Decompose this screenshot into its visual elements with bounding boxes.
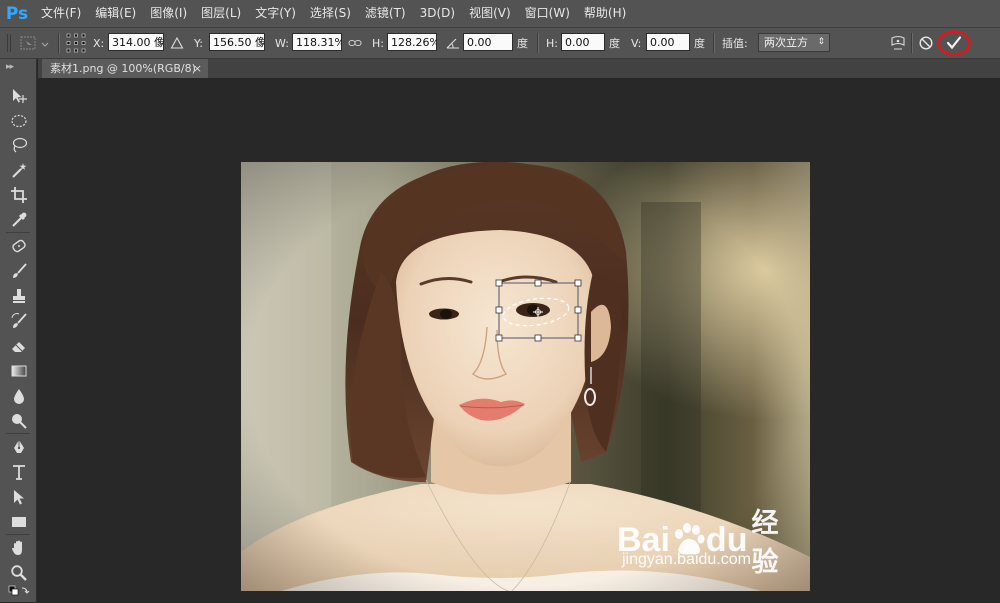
default-colors-icon[interactable] [6,581,32,603]
options-grip [6,28,12,58]
eraser-tool-icon[interactable] [6,335,32,357]
vskew-unit: 度 [694,37,705,50]
link-icon[interactable] [348,28,362,58]
toolbox-divider [6,534,30,535]
lasso-tool-icon[interactable] [6,134,32,156]
marquee-tool-icon[interactable] [6,110,32,132]
menu-layer[interactable]: 图层(L) [194,0,248,27]
interpolation-select[interactable]: 两次立方 ⇕ [758,33,830,52]
cancel-transform-icon[interactable] [918,28,934,58]
photoshop-logo[interactable]: Ps [0,0,34,27]
history-brush-tool-icon[interactable] [6,310,32,332]
watermark-url: jingyan.baidu.com [622,551,751,568]
toolbox-panel: ▸▸ [0,59,37,602]
tool-preset-icon[interactable] [18,28,54,58]
toolbox-divider [6,232,30,233]
angle-unit: 度 [517,37,528,50]
x-label: X: [93,36,105,50]
menu-edit[interactable]: 编辑(E) [88,0,143,27]
document-tab-bar: 素材1.png @ 100%(RGB/8) × [38,59,1000,78]
brush-tool-icon[interactable] [6,260,32,282]
clone-stamp-tool-icon[interactable] [6,285,32,307]
rotate-angle-field[interactable]: 0.00 [463,33,513,51]
document-tab[interactable]: 素材1.png @ 100%(RGB/8) × [42,59,208,78]
vertical-skew-field[interactable]: 0.00 [646,33,690,51]
horizontal-skew-field[interactable]: 0.00 [561,33,605,51]
menu-help[interactable]: 帮助(H) [577,0,633,27]
magic-wand-tool-icon[interactable] [6,159,32,181]
menu-image[interactable]: 图像(I) [143,0,194,27]
y-position-field[interactable]: 156.50 像 [209,33,265,51]
options-divider [537,33,539,53]
toolbox-divider [6,433,30,434]
options-bar: X: 314.00 像 Y: 156.50 像 W: 118.31% H: 12… [0,27,1000,59]
hskew-label: H: [546,36,558,50]
reference-point-icon[interactable] [66,28,86,58]
crop-tool-icon[interactable] [6,184,32,206]
menu-type[interactable]: 文字(Y) [248,0,303,27]
gradient-tool-icon[interactable] [6,360,32,382]
move-tool-icon[interactable] [6,85,32,107]
collapse-panel-icon[interactable]: ▸▸ [6,62,14,72]
commit-transform-button[interactable] [935,28,973,58]
rotate-angle-icon [446,28,460,58]
path-selection-tool-icon[interactable] [6,486,32,508]
warp-mode-icon[interactable] [889,28,907,58]
dropdown-arrow-icon: ⇕ [817,37,825,47]
eyedropper-tool-icon[interactable] [6,209,32,231]
x-position-field[interactable]: 314.00 像 [108,33,164,51]
hskew-unit: 度 [609,37,620,50]
interpolation-label: 插值: [722,37,748,50]
watermark-brand-cn: 经验 [751,508,779,578]
blur-tool-icon[interactable] [6,385,32,407]
vskew-label: V: [631,36,642,50]
options-divider [58,33,60,53]
options-divider [713,33,715,53]
menu-window[interactable]: 窗口(W) [518,0,577,27]
dodge-tool-icon[interactable] [6,410,32,432]
menu-3d[interactable]: 3D(D) [413,0,462,27]
interpolation-value: 两次立方 [764,36,808,49]
hand-tool-icon[interactable] [6,537,32,559]
menu-select[interactable]: 选择(S) [303,0,358,27]
type-tool-icon[interactable] [6,461,32,483]
menu-filter[interactable]: 滤镜(T) [358,0,413,27]
width-scale-field[interactable]: 118.31% [292,33,342,51]
photo-canvas[interactable]: Bai du 经验 jingyan.baidu.com [241,162,810,591]
menu-view[interactable]: 视图(V) [462,0,518,27]
height-scale-field[interactable]: 128.26% [387,33,437,51]
baidu-watermark: Bai du 经验 jingyan.baidu.com [612,497,802,587]
menu-file[interactable]: 文件(F) [34,0,88,27]
healing-brush-tool-icon[interactable] [6,235,32,257]
relative-position-icon[interactable] [170,28,184,58]
options-divider [911,33,913,53]
menu-bar: Ps 文件(F) 编辑(E) 图像(I) 图层(L) 文字(Y) 选择(S) 滤… [0,0,1000,27]
width-label: W: [275,36,289,50]
document-tab-title: 素材1.png @ 100%(RGB/8) [50,62,196,75]
close-tab-icon[interactable]: × [193,59,202,78]
y-label: Y: [194,36,203,50]
pen-tool-icon[interactable] [6,436,32,458]
rectangle-tool-icon[interactable] [6,511,32,533]
height-label: H: [372,36,384,50]
